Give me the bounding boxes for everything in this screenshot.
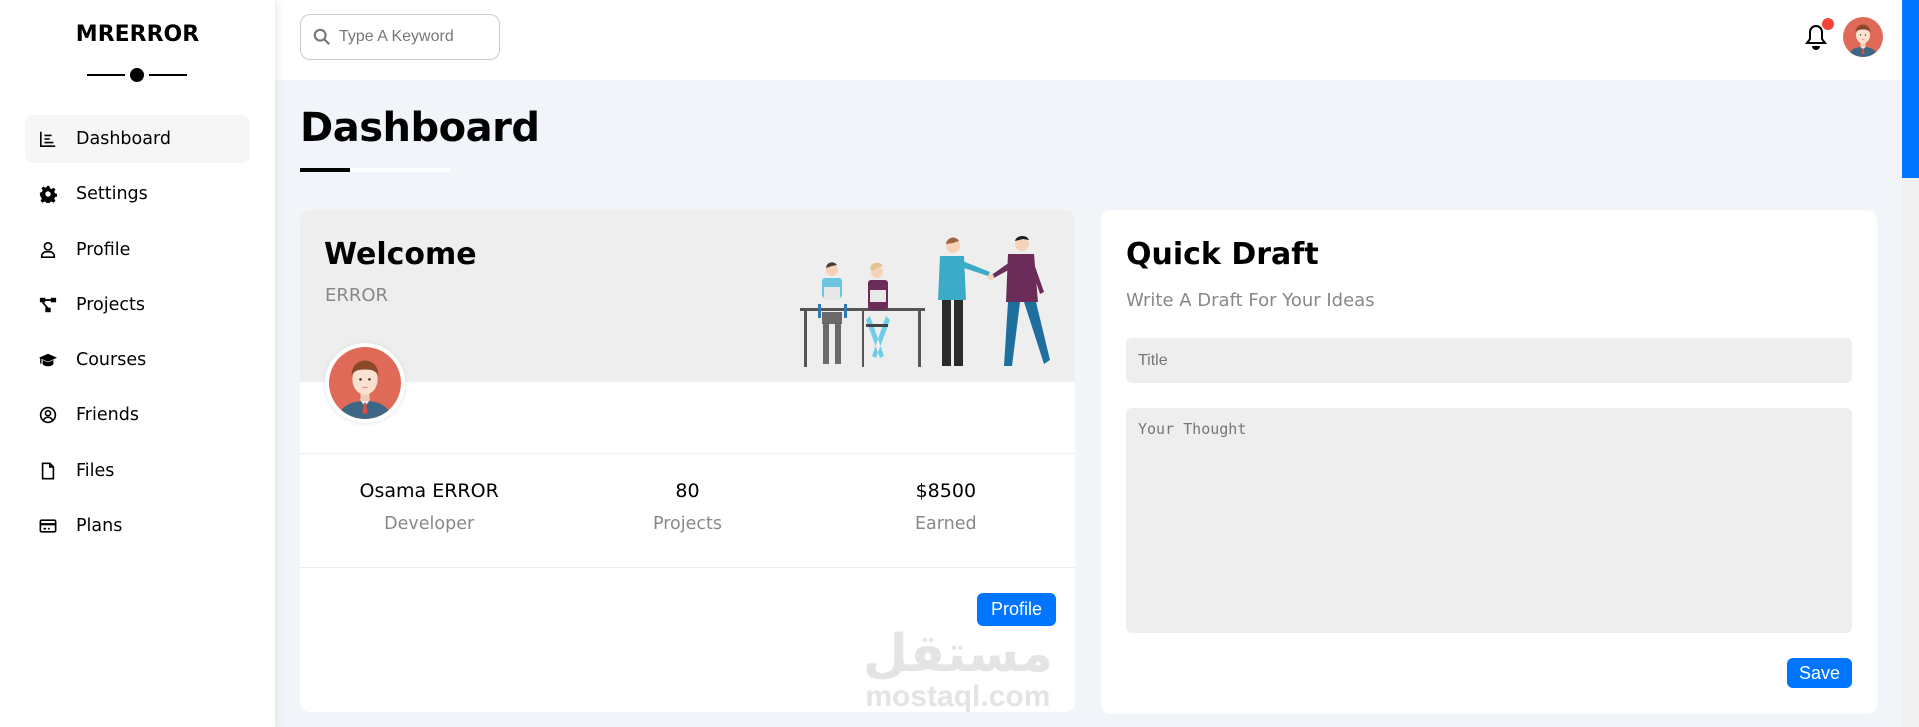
title-underline [300,168,450,172]
divider-line [149,74,187,76]
stat-name: Osama ERROR Developer [300,454,558,567]
stat-value: Osama ERROR [359,480,499,502]
sidebar-nav: Dashboard Settings Profile Projects Cour… [25,115,250,557]
file-icon [38,461,58,481]
team-illustration [800,235,1050,367]
search-box[interactable] [300,14,500,60]
sidebar-item-courses[interactable]: Courses [25,336,250,384]
quick-draft-subtitle: Write A Draft For Your Ideas [1126,290,1375,311]
avatar-image [329,347,401,419]
stat-label: Developer [384,514,475,534]
notification-badge [1822,18,1834,30]
save-button[interactable]: Save [1787,658,1852,688]
welcome-card: Welcome ERROR Osama ERROR Developer 80 P… [300,210,1075,712]
stat-earned: $8500 Earned [817,454,1075,567]
stat-value: 80 [675,480,700,502]
sidebar-item-label: Courses [76,350,147,371]
stat-label: Projects [652,514,722,534]
sidebar-item-dashboard[interactable]: Dashboard [25,115,250,163]
sidebar: MRERROR Dashboard Settings Profile Proje… [0,0,275,727]
welcome-avatar [325,343,405,423]
user-avatar[interactable] [1843,17,1883,57]
scrollbar-thumb[interactable] [1902,0,1919,178]
credit-card-icon [38,516,58,536]
draft-title-input[interactable] [1126,338,1852,383]
search-input[interactable] [339,28,489,46]
quick-draft-title: Quick Draft [1126,237,1319,272]
page-title: Dashboard [300,105,540,151]
watermark-arabic: مستقل [862,624,1053,684]
page-scrollbar[interactable] [1902,0,1919,727]
sidebar-item-profile[interactable]: Profile [25,226,250,274]
profile-button[interactable]: Profile [977,593,1056,626]
sidebar-item-label: Settings [76,184,148,205]
sidebar-item-label: Friends [76,405,139,426]
top-header [275,0,1902,80]
watermark: مستقل mostaql.com [863,628,1053,712]
draft-body-textarea[interactable] [1126,408,1852,633]
sidebar-item-files[interactable]: Files [25,447,250,495]
user-icon [38,240,58,260]
watermark-text: mostaql.com [865,680,1051,712]
welcome-banner: Welcome ERROR [300,210,1075,382]
brand-logo: MRERROR [75,22,200,47]
sidebar-item-label: Dashboard [76,129,171,149]
notification-button[interactable] [1804,18,1834,50]
diagram-project-icon [38,295,58,315]
welcome-title: Welcome [324,237,477,272]
stat-value: $8500 [915,480,977,502]
sidebar-item-label: Plans [76,516,123,537]
avatar-image [1843,17,1883,57]
profile-stats: Osama ERROR Developer 80 Projects $8500 … [300,453,1075,568]
user-circle-icon [38,405,58,425]
sidebar-item-label: Profile [76,239,131,260]
divider-dot [130,68,144,82]
sidebar-item-plans[interactable]: Plans [25,502,250,550]
sidebar-item-label: Files [76,460,115,481]
stat-projects: 80 Projects [558,454,816,567]
graduation-cap-icon [38,350,58,370]
sidebar-item-settings[interactable]: Settings [25,170,250,218]
gear-icon [38,184,58,204]
welcome-username: ERROR [325,285,389,306]
chart-line-icon [38,129,58,149]
search-icon [313,28,330,45]
divider-line [87,74,125,76]
sidebar-item-label: Projects [76,294,145,315]
brand-decoration [87,68,187,82]
quick-draft-card: Quick Draft Write A Draft For Your Ideas… [1101,210,1877,714]
stat-label: Earned [915,514,977,534]
sidebar-item-projects[interactable]: Projects [25,281,250,329]
sidebar-item-friends[interactable]: Friends [25,391,250,439]
